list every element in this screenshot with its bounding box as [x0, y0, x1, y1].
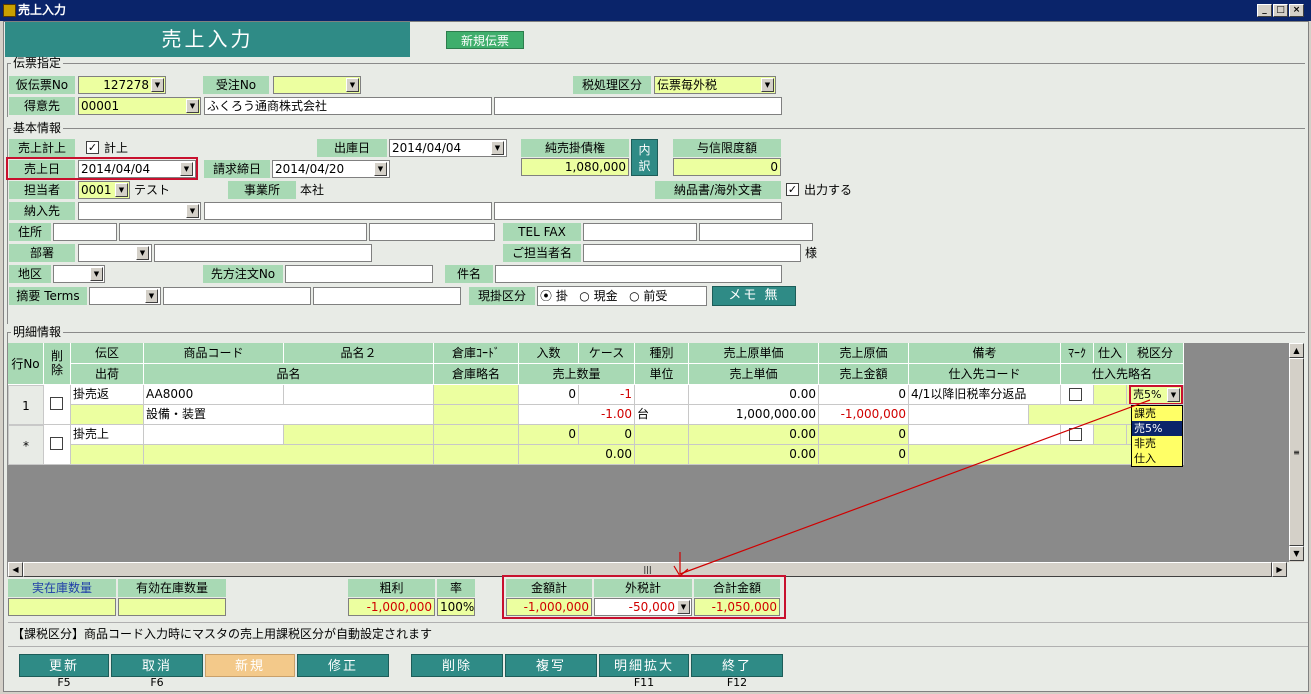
- expand-detail-button[interactable]: 明細拡大: [599, 654, 689, 677]
- message-text: 【課税区分】商品コード入力時にマスタの売上用課税区分が自動設定されます: [12, 627, 433, 641]
- cancel-button[interactable]: 取消: [111, 654, 203, 677]
- new-button[interactable]: 新規: [205, 654, 295, 677]
- copy-button[interactable]: 複写: [505, 654, 597, 677]
- annotation-arrow: [673, 399, 1151, 577]
- exit-button[interactable]: 終了: [691, 654, 783, 677]
- delete-button[interactable]: 削除: [411, 654, 503, 677]
- fkey-label: F12: [726, 676, 748, 689]
- fkey-label: F11: [633, 676, 655, 689]
- edit-button[interactable]: 修正: [297, 654, 389, 677]
- fkey-label: F5: [57, 676, 71, 689]
- fkey-label: F6: [150, 676, 164, 689]
- update-button[interactable]: 更新: [19, 654, 109, 677]
